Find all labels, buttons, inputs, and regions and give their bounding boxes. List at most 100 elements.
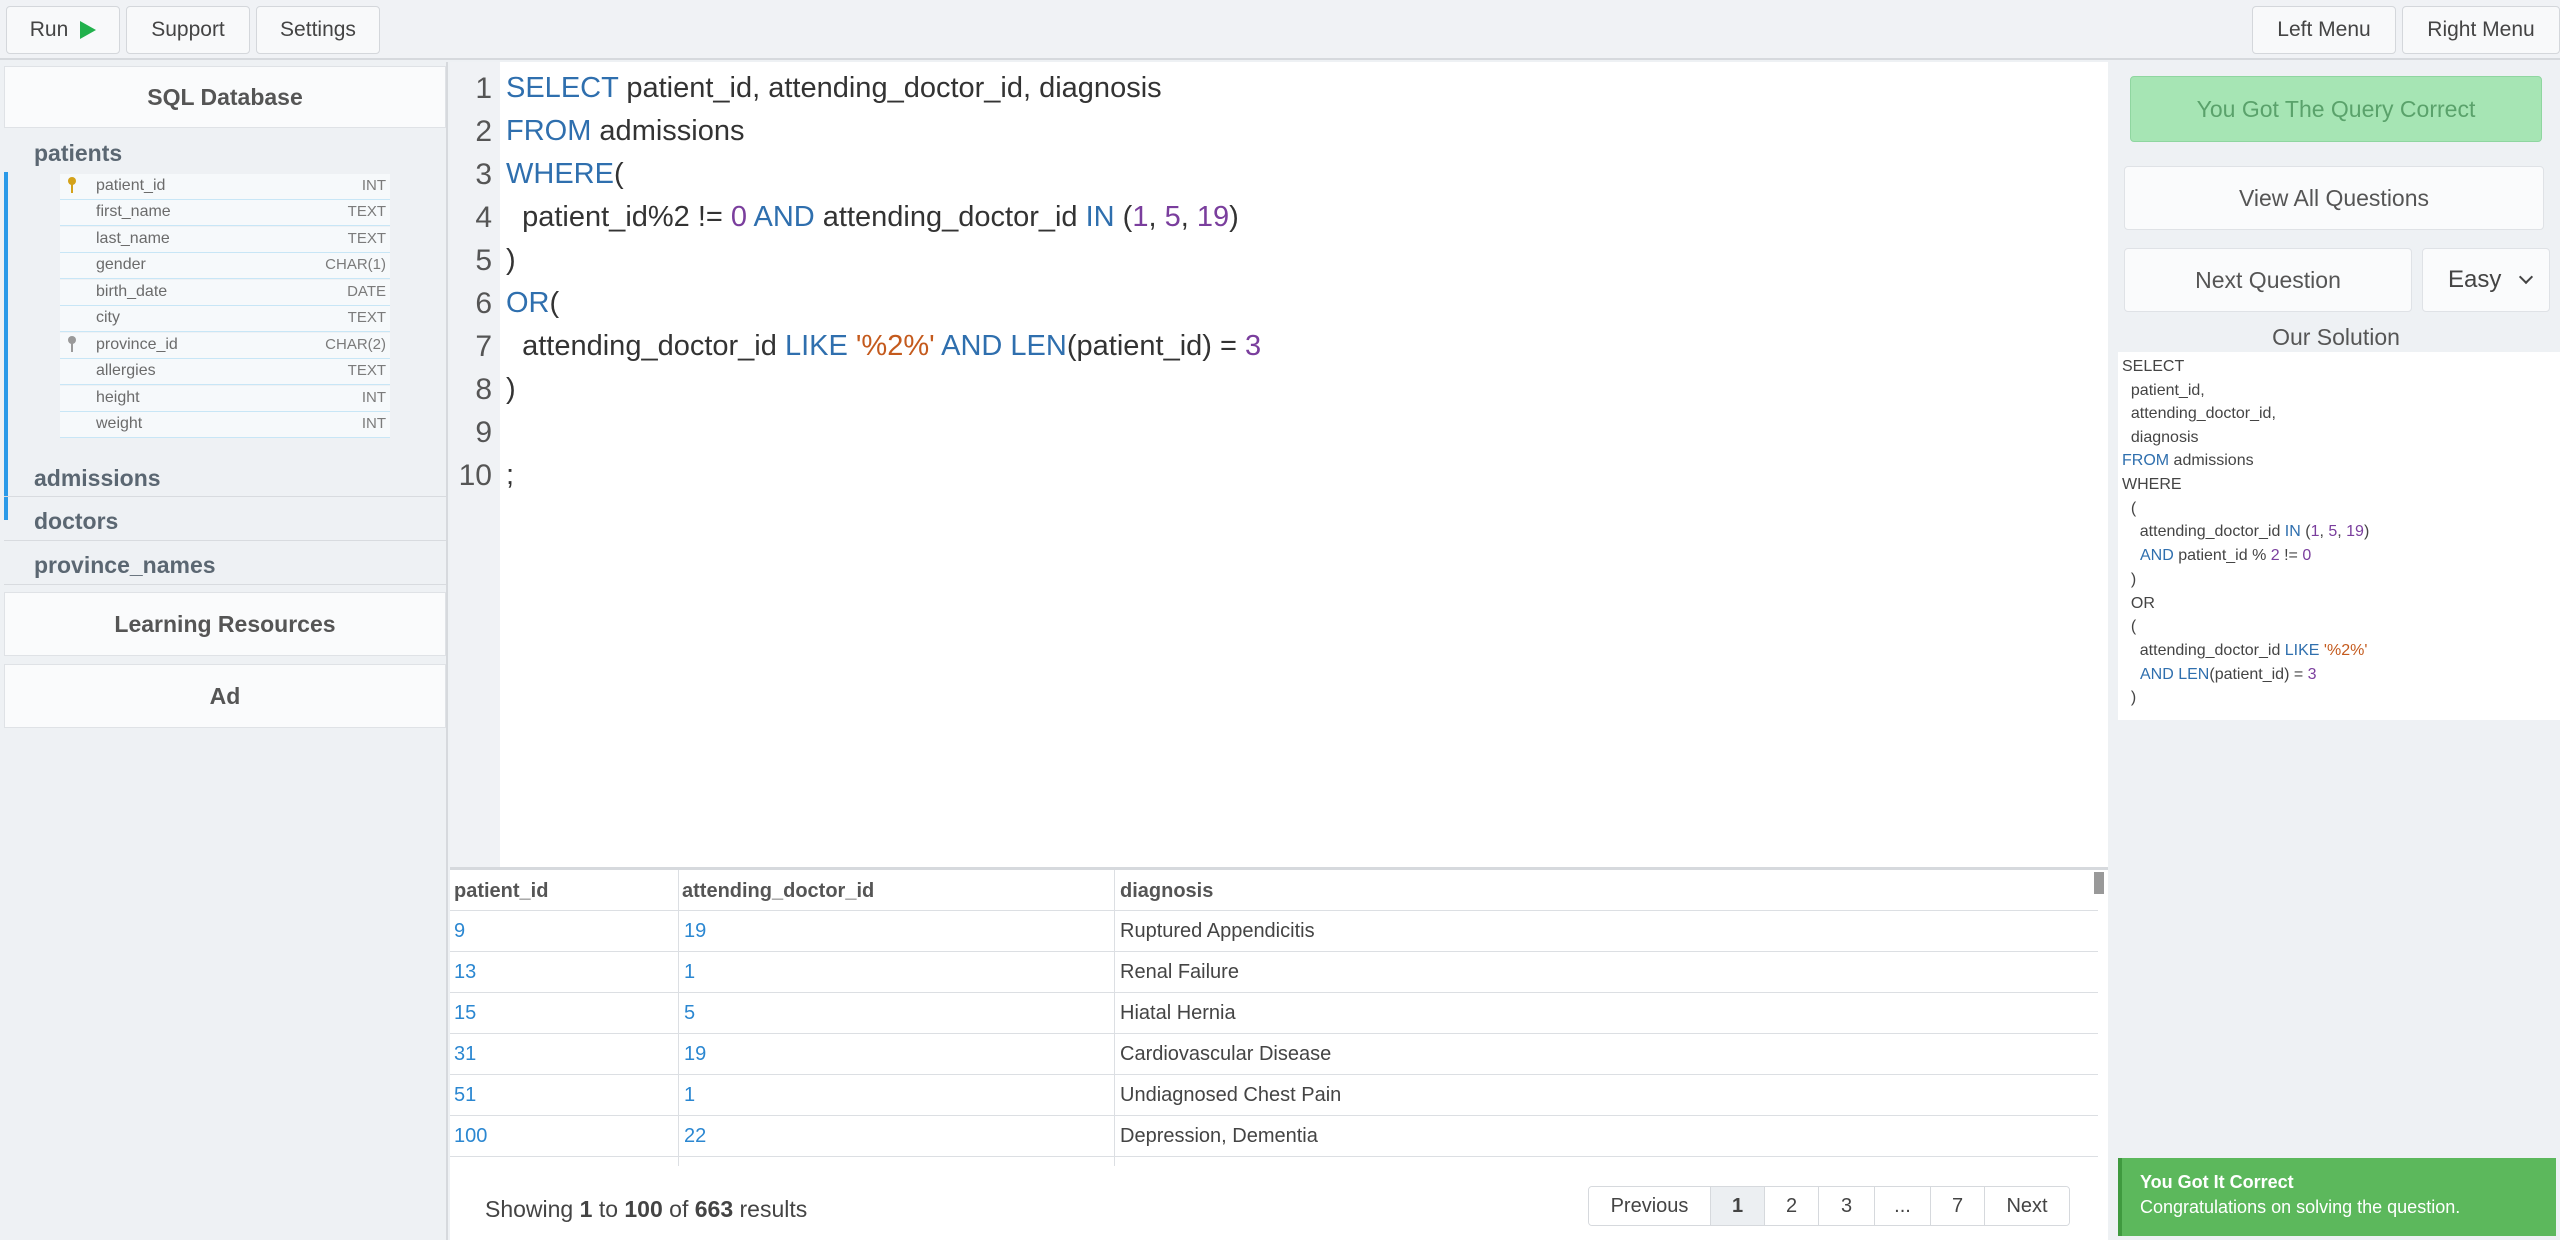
- success-toast[interactable]: You Got It Correct Congratulations on so…: [2118, 1158, 2556, 1236]
- column-header[interactable]: attending_doctor_id: [678, 872, 878, 910]
- code-text: patient_id %: [2173, 547, 2271, 564]
- code-line: OR(: [506, 287, 559, 320]
- code-line: WHERE(: [506, 158, 624, 191]
- code-text: ): [506, 373, 516, 405]
- column-row[interactable]: gender CHAR(1): [60, 253, 390, 279]
- left-menu-label: Left Menu: [2277, 18, 2371, 41]
- table-cell[interactable]: 22: [684, 1125, 706, 1148]
- results-scrollbar[interactable]: [2094, 872, 2104, 894]
- column-row[interactable]: allergies TEXT: [60, 359, 390, 385]
- code-keyword: FROM: [2122, 452, 2170, 469]
- table-admissions[interactable]: admissions: [34, 465, 161, 492]
- column-row[interactable]: province_id CHAR(2): [60, 333, 390, 359]
- code-line: ): [506, 373, 516, 406]
- column-row[interactable]: patient_id INT: [60, 174, 390, 200]
- table-cell[interactable]: 19: [684, 1043, 706, 1066]
- solution-line: FROM admissions: [2122, 452, 2254, 470]
- solution-line: patient_id,: [2122, 382, 2205, 399]
- pagination-page[interactable]: 2: [1765, 1187, 1819, 1225]
- query-correct-button[interactable]: You Got The Query Correct: [2130, 76, 2542, 142]
- top-toolbar: Run Support Settings Left Menu Right Men…: [0, 0, 2560, 60]
- column-row[interactable]: weight INT: [60, 412, 390, 438]
- table-cell[interactable]: 1: [684, 961, 695, 984]
- table-cell[interactable]: 9: [454, 920, 465, 943]
- column-row[interactable]: last_name TEXT: [60, 227, 390, 253]
- line-number: 6: [475, 287, 492, 320]
- left-menu-button[interactable]: Left Menu: [2252, 6, 2396, 54]
- code-keyword: IN: [2284, 523, 2301, 540]
- column-type: TEXT: [347, 230, 386, 247]
- row-divider: [450, 1074, 2098, 1075]
- sql-database-header[interactable]: SQL Database: [4, 66, 446, 128]
- table-cell[interactable]: 51: [454, 1084, 476, 1107]
- solution-line: SELECT: [2122, 358, 2185, 375]
- learning-resources-header[interactable]: Learning Resources: [4, 592, 446, 656]
- results-summary: Showing 1 to 100 of 663 results: [485, 1196, 807, 1223]
- column-header[interactable]: patient_id: [450, 872, 552, 910]
- code-text: (: [549, 287, 560, 319]
- code-text: attending_doctor_id: [2122, 523, 2285, 540]
- right-menu-button[interactable]: Right Menu: [2402, 6, 2560, 54]
- solution-line: ): [2122, 689, 2137, 706]
- table-cell[interactable]: 1: [684, 1084, 695, 1107]
- solution-line: (: [2122, 618, 2137, 635]
- code-text: ): [1229, 201, 1239, 233]
- column-row[interactable]: first_name TEXT: [60, 200, 390, 226]
- column-row[interactable]: city TEXT: [60, 306, 390, 332]
- column-row[interactable]: birth_date DATE: [60, 280, 390, 306]
- query-correct-label: You Got The Query Correct: [2196, 95, 2476, 122]
- pagination-page[interactable]: 7: [1931, 1187, 1985, 1225]
- column-type: CHAR(2): [325, 336, 386, 353]
- summary-text: to: [598, 1196, 618, 1222]
- table-cell[interactable]: 15: [454, 1002, 476, 1025]
- table-cell[interactable]: 13: [454, 961, 476, 984]
- pagination: Previous 1 2 3 ... 7 Next: [1588, 1186, 2070, 1226]
- pagination-page[interactable]: 1: [1711, 1187, 1765, 1225]
- column-type: DATE: [347, 283, 386, 300]
- pagination-previous[interactable]: Previous: [1589, 1187, 1711, 1225]
- sql-editor[interactable]: 1 2 3 4 5 6 7 8 9 10 SELECT patient_id, …: [450, 62, 2108, 867]
- next-question-button[interactable]: Next Question: [2124, 248, 2412, 312]
- column-name: city: [96, 309, 120, 326]
- pagination-next[interactable]: Next: [1985, 1187, 2069, 1225]
- solution-line: ): [2122, 571, 2137, 588]
- line-number: 4: [475, 201, 492, 234]
- support-button[interactable]: Support: [126, 6, 250, 54]
- table-patients[interactable]: patients: [34, 140, 122, 167]
- table-cell: Depression, Dementia: [1120, 1125, 1318, 1147]
- table-cell[interactable]: 5: [684, 1002, 695, 1025]
- run-button[interactable]: Run: [6, 6, 120, 54]
- code-number: 19: [1196, 201, 1230, 233]
- view-all-questions-button[interactable]: View All Questions: [2124, 166, 2544, 230]
- difficulty-select[interactable]: Easy: [2422, 248, 2550, 312]
- summary-text: results: [739, 1196, 808, 1222]
- table-province-names[interactable]: province_names: [34, 552, 216, 579]
- summary-to: 100: [624, 1196, 663, 1222]
- settings-label: Settings: [280, 18, 356, 41]
- table-doctors[interactable]: doctors: [34, 508, 118, 535]
- row-divider: [450, 951, 2098, 952]
- table-cell[interactable]: 19: [684, 920, 706, 943]
- table-cell: Undiagnosed Chest Pain: [1120, 1084, 1342, 1106]
- column-header[interactable]: diagnosis: [1116, 872, 1217, 910]
- table-cell: Ruptured Appendicitis: [1120, 920, 1315, 942]
- code-text: ): [2363, 523, 2370, 540]
- pagination-page[interactable]: 3: [1819, 1187, 1875, 1225]
- table-cell[interactable]: 31: [454, 1043, 476, 1066]
- code-number: 5: [1164, 201, 1181, 233]
- line-number: 10: [458, 459, 492, 492]
- results-panel: patient_id attending_doctor_id diagnosis…: [450, 867, 2108, 1240]
- row-divider: [450, 910, 2098, 911]
- settings-button[interactable]: Settings: [256, 6, 380, 54]
- column-row[interactable]: height INT: [60, 386, 390, 412]
- code-keyword: FROM: [506, 115, 592, 147]
- code-text: (: [2300, 523, 2311, 540]
- code-line: ): [506, 244, 516, 277]
- code-string: '%2%': [855, 330, 935, 362]
- column-name: province_id: [96, 336, 178, 353]
- table-cell[interactable]: 100: [454, 1125, 487, 1148]
- divider: [4, 584, 446, 585]
- code-keyword: SELECT: [506, 72, 619, 104]
- code-text: attending_doctor_id: [2122, 642, 2285, 659]
